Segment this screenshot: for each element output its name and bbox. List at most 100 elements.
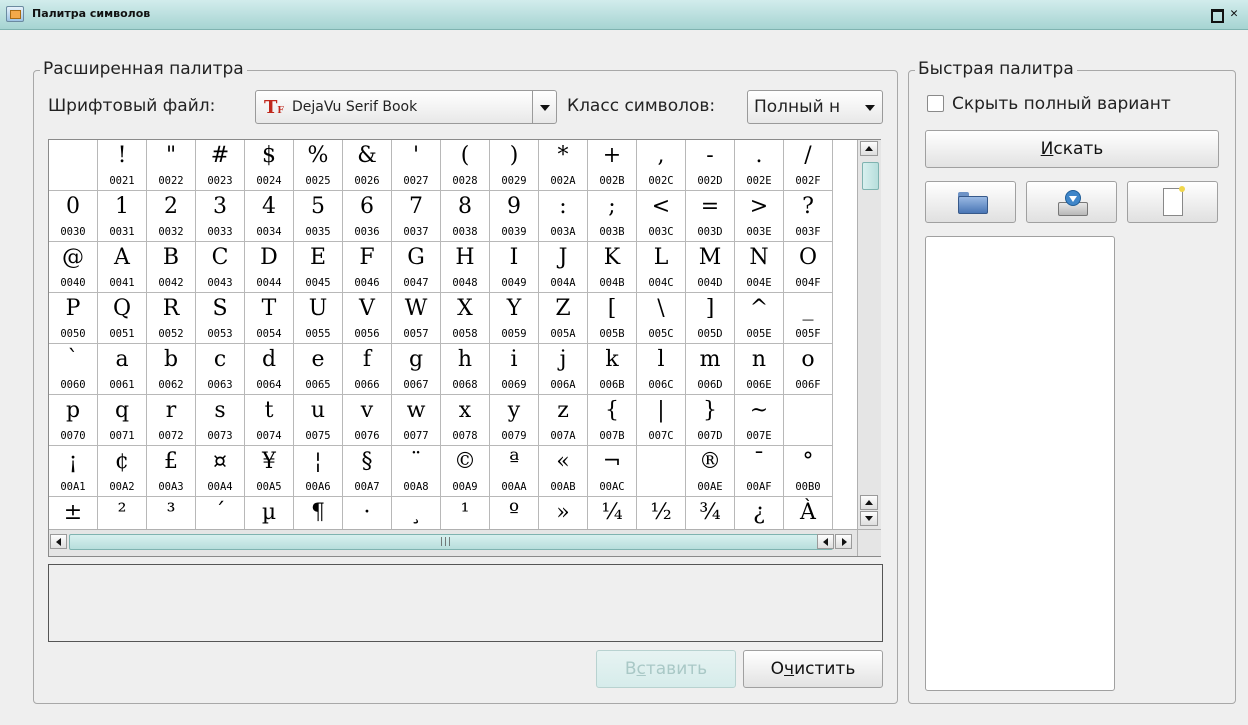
char-cell[interactable]: ® 00AE — [686, 446, 735, 497]
char-cell[interactable]: \ 005C — [637, 293, 686, 344]
char-cell[interactable]: ¹ — [441, 497, 490, 529]
char-cell[interactable]: 6 0036 — [343, 191, 392, 242]
char-cell[interactable]: 7 0037 — [392, 191, 441, 242]
char-cell[interactable]: >003E — [735, 191, 784, 242]
char-cell[interactable]: µ — [245, 497, 294, 529]
char-cell[interactable]: M 004D — [686, 242, 735, 293]
char-cell[interactable]: Q 0051 — [98, 293, 147, 344]
hide-full-label[interactable]: Скрыть полный вариант — [952, 94, 1171, 114]
char-cell[interactable]: f 0066 — [343, 344, 392, 395]
symbol-class-dropdown[interactable] — [858, 91, 882, 123]
char-cell[interactable]: ^ 005E — [735, 293, 784, 344]
char-cell[interactable]: i 0069 — [490, 344, 539, 395]
char-cell[interactable]: P 0050 — [49, 293, 98, 344]
char-cell[interactable]: : 003A — [539, 191, 588, 242]
char-cell[interactable]: ) 0029 — [490, 140, 539, 191]
char-cell[interactable] — [784, 395, 833, 446]
char-cell[interactable]: G 0047 — [392, 242, 441, 293]
char-cell[interactable]: ¤ 00A4 — [196, 446, 245, 497]
scroll-down-button[interactable] — [860, 511, 878, 526]
char-cell[interactable]: l 006C — [637, 344, 686, 395]
clear-button[interactable]: Очистить — [743, 650, 883, 688]
char-cell[interactable]: m 006D — [686, 344, 735, 395]
hide-full-checkbox[interactable] — [927, 95, 944, 112]
char-cell[interactable]: x 0078 — [441, 395, 490, 446]
char-cell[interactable]: y 0079 — [490, 395, 539, 446]
char-cell[interactable]: a 0061 — [98, 344, 147, 395]
char-cell[interactable]: À — [784, 497, 833, 529]
char-cell[interactable]: ¬ 00AC — [588, 446, 637, 497]
char-cell[interactable]: ; 003B — [588, 191, 637, 242]
char-cell[interactable]: T 0054 — [245, 293, 294, 344]
char-cell[interactable]: e 0065 — [294, 344, 343, 395]
char-cell[interactable]: g 0067 — [392, 344, 441, 395]
char-cell[interactable]: +002B — [588, 140, 637, 191]
char-cell[interactable]: u 0075 — [294, 395, 343, 446]
char-cell[interactable]: Z 005A — [539, 293, 588, 344]
char-cell[interactable]: % 0025 — [294, 140, 343, 191]
char-cell[interactable]: d 0064 — [245, 344, 294, 395]
char-cell[interactable]: ² — [98, 497, 147, 529]
char-cell[interactable]: ¸ — [392, 497, 441, 529]
char-cell[interactable]: ~007E — [735, 395, 784, 446]
char-cell[interactable]: N 004E — [735, 242, 784, 293]
vertical-scrollbar[interactable] — [857, 140, 881, 529]
char-cell[interactable]: W 0057 — [392, 293, 441, 344]
char-cell[interactable]: ± — [49, 497, 98, 529]
char-cell[interactable]: 1 0031 — [98, 191, 147, 242]
char-cell[interactable]: 4 0034 — [245, 191, 294, 242]
scroll-left-button[interactable] — [50, 534, 67, 549]
char-cell[interactable]: § 00A7 — [343, 446, 392, 497]
char-cell[interactable] — [49, 140, 98, 191]
char-cell[interactable]: ¥00A5 — [245, 446, 294, 497]
char-cell[interactable]: E 0045 — [294, 242, 343, 293]
char-cell[interactable]: k 006B — [588, 344, 637, 395]
char-cell[interactable]: « 00AB — [539, 446, 588, 497]
save-button[interactable] — [1026, 181, 1117, 223]
char-cell[interactable]: ¾ — [686, 497, 735, 529]
char-cell[interactable]: ¢ 00A2 — [98, 446, 147, 497]
char-cell[interactable]: C 0043 — [196, 242, 245, 293]
char-cell[interactable]: K 004B — [588, 242, 637, 293]
char-cell[interactable]: $0024 — [245, 140, 294, 191]
char-cell[interactable]: · — [343, 497, 392, 529]
char-cell[interactable]: (0028 — [441, 140, 490, 191]
char-cell[interactable]: ] 005D — [686, 293, 735, 344]
char-cell[interactable]: @0040 — [49, 242, 98, 293]
char-cell[interactable]: _ 005F — [784, 293, 833, 344]
char-cell[interactable]: F 0046 — [343, 242, 392, 293]
char-cell[interactable]: r 0072 — [147, 395, 196, 446]
char-cell[interactable]: S 0053 — [196, 293, 245, 344]
char-cell[interactable]: & 0026 — [343, 140, 392, 191]
char-cell[interactable]: ª 00AA — [490, 446, 539, 497]
char-cell[interactable]: ½ — [637, 497, 686, 529]
char-cell[interactable]: s 0073 — [196, 395, 245, 446]
character-grid[interactable]: ! 0021 " 0022 #0023 $0024% 0025 & 0026 ' 0027(0028… — [48, 139, 881, 557]
char-cell[interactable]: n 006E — [735, 344, 784, 395]
char-cell[interactable]: * 002A — [539, 140, 588, 191]
char-cell[interactable]: ! 0021 — [98, 140, 147, 191]
window-titlebar[interactable]: Палитра символов ✕ — [0, 0, 1248, 30]
char-cell[interactable]: R 0052 — [147, 293, 196, 344]
char-cell[interactable]: H 0048 — [441, 242, 490, 293]
char-cell[interactable]: Y 0059 — [490, 293, 539, 344]
char-cell[interactable]: ` 0060 — [49, 344, 98, 395]
char-cell[interactable]: » — [539, 497, 588, 529]
char-cell[interactable]: c 0063 — [196, 344, 245, 395]
char-cell[interactable]: ¿ — [735, 497, 784, 529]
char-cell[interactable]: D 0044 — [245, 242, 294, 293]
char-cell[interactable]: " 0022 — [147, 140, 196, 191]
char-cell[interactable]: J 004A — [539, 242, 588, 293]
char-cell[interactable]: v 0076 — [343, 395, 392, 446]
char-cell[interactable]: U 0055 — [294, 293, 343, 344]
close-icon[interactable]: ✕ — [1226, 6, 1242, 22]
char-cell[interactable]: ¶ — [294, 497, 343, 529]
char-cell[interactable]: q 0071 — [98, 395, 147, 446]
char-cell[interactable]: b 0062 — [147, 344, 196, 395]
char-cell[interactable]: w 0077 — [392, 395, 441, 446]
char-cell[interactable]: ° 00B0 — [784, 446, 833, 497]
char-cell[interactable]: | 007C — [637, 395, 686, 446]
char-cell[interactable]: t 0074 — [245, 395, 294, 446]
char-cell[interactable]: / 002F — [784, 140, 833, 191]
char-cell[interactable]: 0 0030 — [49, 191, 98, 242]
